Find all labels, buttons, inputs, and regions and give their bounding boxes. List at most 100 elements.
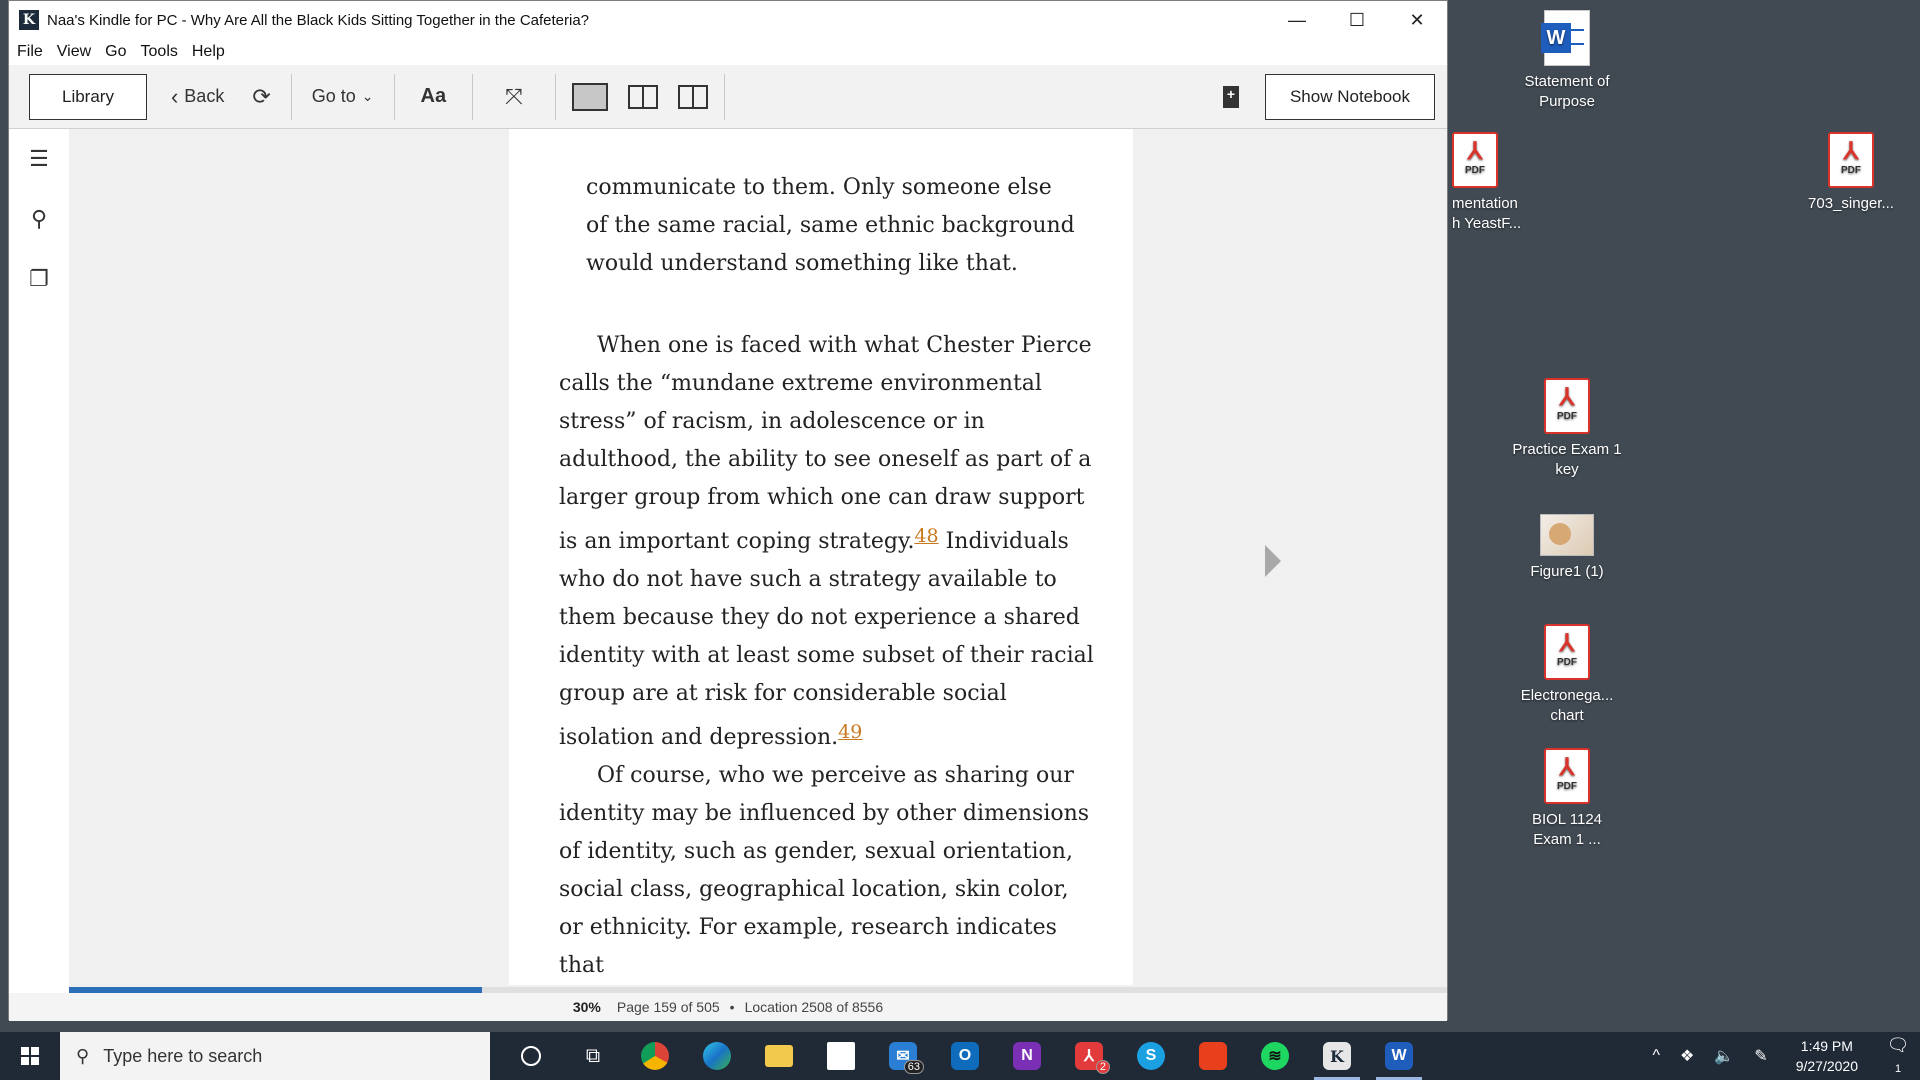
flashcards-icon[interactable]: ❐ xyxy=(9,249,69,309)
page-indicator: Page 159 of 505 xyxy=(616,999,720,1015)
two-column-button[interactable] xyxy=(618,74,668,120)
title-bar[interactable]: K Naa's Kindle for PC - Why Are All the … xyxy=(9,1,1447,39)
word-file-icon: W xyxy=(1541,10,1590,66)
skype-app[interactable]: S xyxy=(1120,1032,1182,1080)
toolbar-divider xyxy=(723,73,725,120)
onenote-app[interactable]: N xyxy=(996,1032,1058,1080)
font-settings-button[interactable]: Aa xyxy=(401,74,467,120)
pdf-file-icon: ⅄ PDF xyxy=(1452,132,1498,188)
desktop-icon-label: Figure1 (1) xyxy=(1530,563,1604,580)
menu-go[interactable]: Go xyxy=(105,43,126,61)
clock[interactable]: 1:49 PM 9/27/2020 xyxy=(1796,1036,1858,1076)
dropbox-icon[interactable]: ❖ xyxy=(1680,1046,1694,1066)
menu-view[interactable]: View xyxy=(57,43,91,61)
menu-tools[interactable]: Tools xyxy=(141,43,178,61)
acrobat-app[interactable]: ⅄ 2 xyxy=(1058,1032,1120,1080)
bookmark-plus-icon: + xyxy=(1222,85,1239,108)
file-explorer-app[interactable] xyxy=(748,1032,810,1080)
show-notebook-button[interactable]: Show Notebook xyxy=(1264,73,1435,120)
close-button[interactable]: ✕ xyxy=(1387,1,1447,39)
add-bookmark-button[interactable]: + xyxy=(1197,74,1265,120)
menu-help[interactable]: Help xyxy=(192,43,225,61)
desktop-icon-biol-exam[interactable]: ⅄ PDF BIOL 1124 Exam 1 ... xyxy=(1512,748,1622,850)
toolbar-divider xyxy=(554,73,556,120)
volume-icon[interactable]: 🔈 xyxy=(1714,1046,1734,1066)
edge-app[interactable] xyxy=(686,1032,748,1080)
paragraph-text: When one is faced with what Chester Pier… xyxy=(559,333,1092,554)
skype-icon: S xyxy=(1137,1042,1165,1070)
desktop-icon-label: BIOL 1124 Exam 1 ... xyxy=(1531,811,1603,848)
location-indicator: Location 2508 of 8556 xyxy=(744,999,884,1015)
kindle-app[interactable]: K xyxy=(1306,1032,1368,1080)
menu-file[interactable]: File xyxy=(17,43,43,61)
kindle-window: K Naa's Kindle for PC - Why Are All the … xyxy=(8,0,1448,1021)
footnote-link-49[interactable]: 49 xyxy=(838,721,862,743)
desktop-icon-label: Practice Exam 1 key xyxy=(1512,441,1622,478)
library-button[interactable]: Library xyxy=(29,73,147,120)
single-column-button[interactable] xyxy=(562,74,618,120)
onenote-icon: N xyxy=(1013,1042,1041,1070)
chevron-down-icon: ⌄ xyxy=(361,88,374,104)
desktop-icon-label: Statement of Purpose xyxy=(1524,73,1610,110)
goto-button[interactable]: Go to ⌄ xyxy=(298,74,388,120)
task-view-icon: ⧉ xyxy=(585,1044,601,1067)
chevron-up-icon[interactable]: ^ xyxy=(1653,1047,1661,1065)
separator-dot: • xyxy=(729,999,735,1015)
task-view-button[interactable]: ⧉ xyxy=(562,1032,624,1080)
windows-logo-icon xyxy=(21,1047,39,1065)
cortana-icon xyxy=(521,1046,541,1066)
desktop-icon-label: Electronega... chart xyxy=(1520,687,1614,724)
pdf-file-icon: ⅄ PDF xyxy=(1828,132,1874,188)
notification-icon: 🗨 xyxy=(1886,1035,1910,1055)
maximize-button[interactable]: ☐ xyxy=(1327,1,1387,39)
search-placeholder: Type here to search xyxy=(103,1045,263,1066)
chrome-app[interactable] xyxy=(624,1032,686,1080)
minimize-button[interactable]: — xyxy=(1267,1,1327,39)
word-app[interactable]: W xyxy=(1368,1032,1430,1080)
taskbar-apps: ⧉ ✉ 63 O N ⅄ 2 S ≋ K W xyxy=(500,1032,1430,1080)
spotify-app[interactable]: ≋ xyxy=(1244,1032,1306,1080)
store-app[interactable] xyxy=(810,1032,872,1080)
body-text: When one is faced with what Chester Pier… xyxy=(559,327,1099,985)
desktop-icon-electronegativity[interactable]: ⅄ PDF Electronega... chart xyxy=(1512,624,1622,726)
toolbar-divider xyxy=(290,73,292,120)
desktop-icon-703-singer[interactable]: ⅄ PDF 703_singer... xyxy=(1796,132,1906,214)
pdf-file-icon: ⅄ PDF xyxy=(1544,748,1590,804)
paragraph-text: Individuals who do not have such a strat… xyxy=(559,529,1094,750)
desktop-icon-figure1[interactable]: Figure1 (1) xyxy=(1512,514,1622,582)
store-icon xyxy=(827,1042,855,1070)
start-button[interactable] xyxy=(0,1032,60,1080)
desktop-icon-statement-of-purpose[interactable]: W Statement of Purpose xyxy=(1512,10,1622,112)
page-flip-button[interactable] xyxy=(668,74,718,120)
status-bar: 30% Page 159 of 505 • Location 2508 of 8… xyxy=(9,993,1447,1021)
table-of-contents-icon[interactable]: ☰ xyxy=(9,129,69,189)
footnote-link-48[interactable]: 48 xyxy=(914,525,938,547)
kindle-app-icon: K xyxy=(19,10,39,30)
edge-icon xyxy=(703,1042,731,1070)
fullscreen-button[interactable]: ⤧ xyxy=(479,74,549,120)
fullscreen-icon: ⤧ xyxy=(505,83,523,109)
notifications-button[interactable]: 🗨 1 xyxy=(1876,1035,1920,1077)
desktop-icon-label: 703_singer... xyxy=(1808,195,1894,212)
quote-line: would understand something like that. xyxy=(586,251,1018,276)
search-icon[interactable]: ⚲ xyxy=(9,189,69,249)
mail-app[interactable]: ✉ 63 xyxy=(872,1032,934,1080)
quote-line: communicate to them. Only someone else xyxy=(586,175,1052,200)
office-app[interactable] xyxy=(1182,1032,1244,1080)
toolbar-divider xyxy=(472,73,474,120)
sync-button[interactable]: ⟳ xyxy=(238,74,284,120)
desktop-icon-mentation-yeast[interactable]: ⅄ PDF mentation h YeastF... xyxy=(1452,132,1562,234)
system-tray: ^ ❖ 🔈 ✎ 1:49 PM 9/27/2020 🗨 1 xyxy=(1643,1035,1920,1077)
next-page-arrow-icon[interactable] xyxy=(1265,545,1281,577)
desktop-icon-practice-exam[interactable]: ⅄ PDF Practice Exam 1 key xyxy=(1512,378,1622,480)
cortana-button[interactable] xyxy=(500,1032,562,1080)
spotify-icon: ≋ xyxy=(1261,1042,1289,1070)
desktop-icon-label: mentation h YeastF... xyxy=(1452,195,1522,232)
pen-icon[interactable]: ✎ xyxy=(1754,1046,1767,1066)
toolbar: Library ‹ Back ⟳ Go to ⌄ Aa ⤧ + Show Not… xyxy=(9,65,1447,129)
back-button[interactable]: ‹ Back xyxy=(157,74,238,120)
taskbar-search-box[interactable]: ⚲ Type here to search xyxy=(60,1032,490,1080)
single-column-icon xyxy=(571,82,608,111)
outlook-app[interactable]: O xyxy=(934,1032,996,1080)
goto-label: Go to xyxy=(311,86,356,106)
